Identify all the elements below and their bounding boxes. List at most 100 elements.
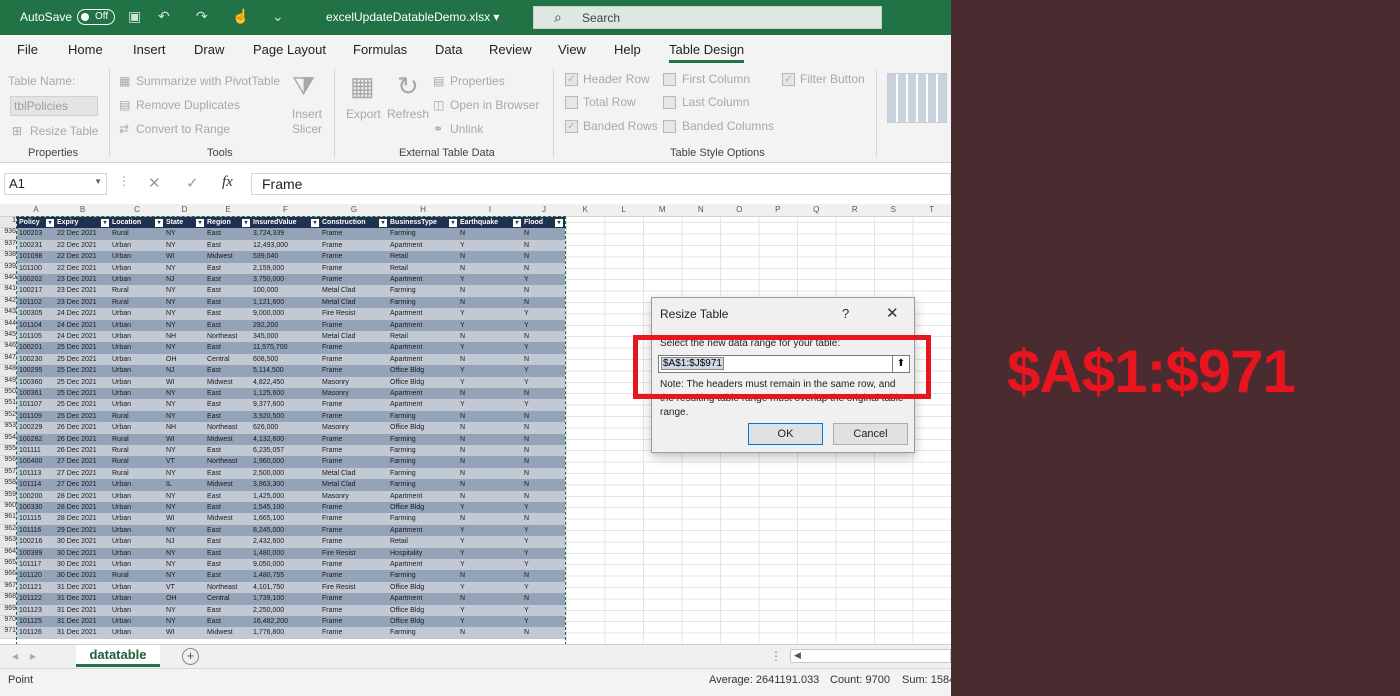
tab-page-layout[interactable]: Page Layout (253, 42, 326, 57)
scroll-left-icon[interactable]: ◀ (794, 650, 801, 661)
table-styles-gallery[interactable] (887, 73, 947, 123)
tab-draw[interactable]: Draw (194, 42, 224, 57)
total-row-checkbox[interactable] (565, 96, 578, 109)
convert-to-range-button[interactable]: Convert to Range (136, 122, 230, 136)
touch-mode-icon[interactable]: ☝ (232, 8, 249, 25)
column-header-a[interactable]: A (17, 205, 55, 214)
row-header[interactable]: 958 (0, 479, 17, 491)
row-header[interactable]: 953 (0, 422, 17, 434)
add-sheet-icon[interactable]: + (182, 648, 199, 665)
row-header[interactable]: 959 (0, 490, 17, 502)
tab-help[interactable]: Help (614, 42, 641, 57)
column-header-r[interactable]: R (836, 205, 875, 214)
next-sheet-icon[interactable]: ▸ (30, 649, 36, 663)
row-header[interactable]: 946 (0, 342, 17, 354)
row-header[interactable]: 963 (0, 536, 17, 548)
column-header-g[interactable]: G (320, 205, 388, 214)
row-header[interactable]: 961 (0, 513, 17, 525)
customize-qat-icon[interactable]: ⌄ (272, 8, 284, 25)
row-header[interactable]: 955 (0, 445, 17, 457)
row-header[interactable]: 950 (0, 388, 17, 400)
column-header-q[interactable]: Q (797, 205, 836, 214)
row-header[interactable]: 967 (0, 581, 17, 594)
row-header[interactable]: 956 (0, 456, 17, 468)
row-header[interactable]: 951 (0, 399, 17, 411)
table-name-input[interactable]: tblPolicies (10, 96, 98, 116)
row-header[interactable]: 937 (0, 239, 17, 252)
help-icon[interactable]: ? (842, 306, 849, 321)
row-header[interactable]: 948 (0, 365, 17, 377)
column-header-h[interactable]: H (388, 205, 458, 214)
row-header[interactable]: 1 (0, 217, 17, 229)
ok-button[interactable]: OK (748, 423, 823, 445)
row-header[interactable]: 965 (0, 559, 17, 571)
row-header[interactable]: 939 (0, 262, 17, 274)
tab-formulas[interactable]: Formulas (353, 42, 407, 57)
row-header[interactable]: 942 (0, 296, 17, 309)
status-sum[interactable]: Sum: 1584 (902, 674, 951, 686)
insert-function-icon[interactable]: fx (222, 174, 233, 191)
unlink-button[interactable]: Unlink (450, 122, 483, 136)
row-header[interactable]: 968 (0, 593, 17, 605)
column-header-f[interactable]: F (251, 205, 320, 214)
row-header[interactable]: 957 (0, 467, 17, 480)
insert-slicer-line2[interactable]: Slicer (292, 122, 322, 136)
refresh-button[interactable]: Refresh (387, 107, 429, 121)
row-header[interactable]: 947 (0, 353, 17, 366)
column-header-c[interactable]: C (110, 205, 164, 214)
status-count[interactable]: Count: 9700 (830, 674, 890, 686)
insert-slicer-line1[interactable]: Insert (292, 107, 322, 121)
horizontal-scrollbar[interactable]: ◀ (790, 649, 951, 663)
remove-duplicates-button[interactable]: Remove Duplicates (136, 98, 240, 112)
column-header-k[interactable]: K (566, 205, 605, 214)
column-header-d[interactable]: D (164, 205, 205, 214)
undo-icon[interactable]: ↶ (158, 8, 170, 25)
export-button[interactable]: Export (346, 107, 381, 121)
search-box[interactable]: ⌕ Search (533, 6, 882, 29)
tab-table-design[interactable]: Table Design (669, 42, 745, 63)
column-header-s[interactable]: S (874, 205, 913, 214)
formula-input[interactable]: Frame (251, 173, 951, 195)
row-header[interactable]: 944 (0, 319, 17, 331)
row-header[interactable]: 940 (0, 274, 17, 286)
prev-sheet-icon[interactable]: ◂ (12, 649, 18, 663)
tab-data[interactable]: Data (435, 42, 462, 57)
status-average[interactable]: Average: 2641191.033 (709, 674, 819, 686)
column-header-o[interactable]: O (720, 205, 759, 214)
row-header[interactable]: 971 (0, 627, 17, 639)
redo-icon[interactable]: ↷ (196, 8, 208, 25)
row-header[interactable]: 938 (0, 251, 17, 263)
first-column-checkbox[interactable] (663, 73, 676, 86)
save-icon[interactable]: ▣ (128, 8, 141, 25)
row-header[interactable]: 952 (0, 410, 17, 423)
row-header[interactable]: 949 (0, 376, 17, 388)
column-header-b[interactable]: B (55, 205, 110, 214)
tab-home[interactable]: Home (68, 42, 103, 57)
split-handle-icon[interactable]: ⋮ (770, 649, 782, 663)
banded-rows-checkbox[interactable]: ✓ (565, 120, 578, 133)
row-header[interactable]: 954 (0, 433, 17, 445)
column-header-t[interactable]: T (913, 205, 952, 214)
row-header[interactable]: 960 (0, 502, 17, 514)
column-header-p[interactable]: P (759, 205, 798, 214)
file-name[interactable]: excelUpdateDatableDemo.xlsx ▾ (326, 10, 499, 24)
row-header[interactable]: 969 (0, 604, 17, 616)
chevron-down-icon[interactable]: ▼ (94, 177, 102, 186)
tab-view[interactable]: View (558, 42, 586, 57)
row-header[interactable]: 943 (0, 308, 17, 320)
row-header[interactable]: 941 (0, 285, 17, 297)
enter-icon[interactable]: ✓ (186, 174, 199, 192)
column-header-j[interactable]: J (522, 205, 566, 214)
column-header-i[interactable]: I (458, 205, 522, 214)
column-header-l[interactable]: L (605, 205, 644, 214)
row-header[interactable]: 962 (0, 524, 17, 537)
resize-table-button[interactable]: Resize Table (30, 124, 98, 138)
filter-button-checkbox[interactable]: ✓ (782, 73, 795, 86)
open-in-browser-button[interactable]: Open in Browser (450, 98, 539, 112)
header-row-checkbox[interactable]: ✓ (565, 73, 578, 86)
row-header[interactable]: 964 (0, 547, 17, 559)
row-header[interactable]: 936 (0, 228, 17, 240)
sheet-tab-datatable[interactable]: datatable (76, 645, 160, 667)
cancel-icon[interactable]: ✕ (148, 174, 161, 192)
autosave-toggle[interactable]: Off (77, 9, 115, 25)
